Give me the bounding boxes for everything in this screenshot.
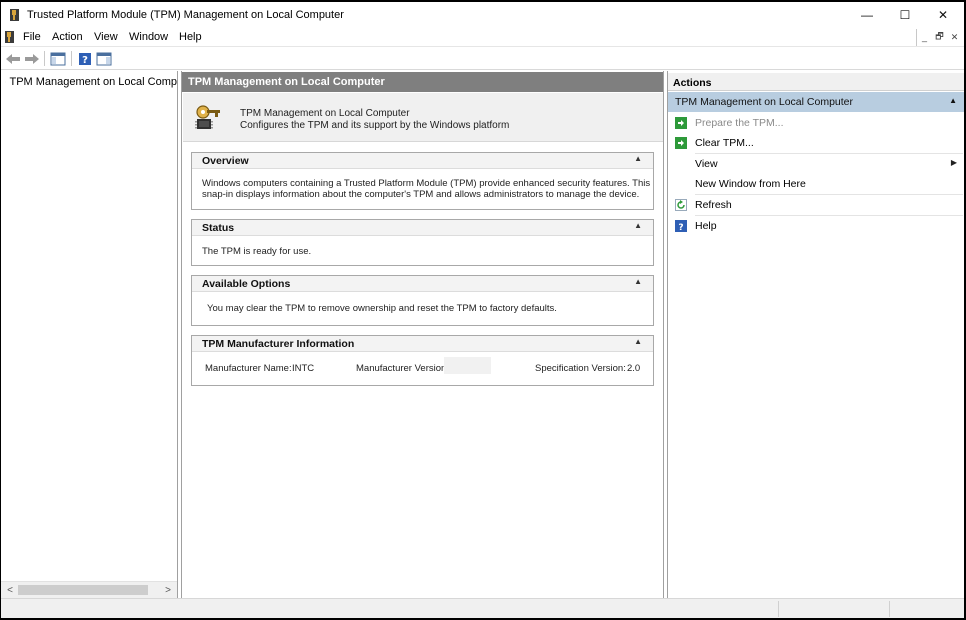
window-title: Trusted Platform Module (TPM) Management… — [27, 9, 344, 21]
action-label: Clear TPM... — [695, 137, 754, 149]
back-button[interactable] — [4, 50, 22, 67]
action-label: Refresh — [695, 199, 732, 211]
available-options-title: Available Options — [202, 278, 291, 290]
manufacturer-body: Manufacturer Name: INTC Manufacturer Ver… — [192, 352, 653, 385]
svg-text:?: ? — [82, 55, 88, 66]
title-bar: Trusted Platform Module (TPM) Management… — [1, 2, 964, 28]
available-options-text: You may clear the TPM to remove ownershi… — [207, 303, 557, 314]
actions-group-label: TPM Management on Local Computer — [675, 96, 854, 108]
toolbar-separator — [44, 51, 45, 66]
action-label: Help — [695, 220, 717, 232]
tpm-app-icon — [10, 9, 19, 21]
actions-pane: Actions TPM Management on Local Computer… — [667, 71, 964, 598]
action-label: New Window from Here — [695, 178, 806, 190]
spec-version-label: Specification Version: — [535, 363, 626, 374]
status-bar-segment — [778, 601, 779, 617]
action-help[interactable]: ? Help — [668, 216, 964, 236]
available-options-section: Available Options ▲ You may clear the TP… — [191, 275, 654, 326]
help-button[interactable]: ? — [76, 50, 94, 67]
action-view[interactable]: View ▶ — [668, 154, 964, 174]
available-options-header[interactable]: Available Options ▲ — [192, 276, 653, 292]
tree-horizontal-scrollbar[interactable]: < > — [1, 581, 177, 598]
overview-text-line2: snap-in displays information about the c… — [202, 189, 640, 200]
console-tree: TPM Management on Local Comp < > — [1, 71, 178, 598]
overview-section: Overview ▲ Windows computers containing … — [191, 152, 654, 210]
results-pane: TPM Management on Local Computer TPM Man… — [181, 71, 664, 598]
toolbar-separator — [71, 51, 72, 66]
banner-subtitle: Configures the TPM and its support by th… — [240, 120, 510, 131]
menu-bar: File Action View Window Help _ 🗗 ✕ — [1, 28, 964, 46]
manufacturer-name-value: INTC — [292, 363, 315, 374]
maximize-button[interactable]: ☐ — [886, 2, 924, 28]
manufacturer-title: TPM Manufacturer Information — [202, 338, 355, 350]
show-hide-action-pane-icon — [96, 52, 112, 65]
manufacturer-section: TPM Manufacturer Information ▲ Manufactu… — [191, 335, 654, 386]
overview-title: Overview — [202, 155, 249, 167]
action-prepare-tpm[interactable]: Prepare the TPM... — [668, 113, 964, 133]
spec-version-value: 2.0 — [627, 363, 641, 374]
help-icon: ? — [675, 220, 687, 232]
green-arrow-icon — [675, 137, 687, 149]
status-title: Status — [202, 222, 235, 234]
manufacturer-header[interactable]: TPM Manufacturer Information ▲ — [192, 336, 653, 352]
overview-body: Windows computers containing a Trusted P… — [192, 169, 653, 200]
tree-item-tpm-management[interactable]: TPM Management on Local Comp — [5, 73, 177, 91]
mdi-restore-button[interactable]: 🗗 — [932, 29, 947, 45]
collapse-icon[interactable]: ▲ — [634, 277, 642, 286]
green-arrow-icon — [675, 117, 687, 129]
collapse-icon[interactable]: ▲ — [634, 154, 642, 163]
toolbar: ? — [1, 46, 964, 70]
tree-item-label: TPM Management on Local Comp — [9, 76, 177, 88]
status-bar-segment — [889, 601, 890, 617]
submenu-arrow-icon: ▶ — [950, 158, 957, 167]
actions-header: Actions — [668, 73, 964, 91]
tpm-key-chip-icon — [195, 105, 220, 129]
tpm-menu-icon[interactable] — [5, 30, 15, 44]
mdi-close-button[interactable]: ✕ — [947, 29, 962, 45]
results-pane-header: TPM Management on Local Computer — [182, 72, 663, 92]
close-button[interactable]: ✕ — [924, 2, 962, 28]
menu-view[interactable]: View — [94, 31, 118, 43]
menu-window[interactable]: Window — [129, 31, 168, 43]
minimize-button[interactable]: — — [848, 2, 886, 28]
forward-button[interactable] — [23, 50, 41, 67]
forward-icon — [25, 53, 39, 64]
manufacturer-version-label: Manufacturer Version: — [356, 363, 449, 374]
overview-header[interactable]: Overview ▲ — [192, 153, 653, 169]
status-text: The TPM is ready for use. — [202, 246, 312, 257]
action-clear-tpm[interactable]: Clear TPM... — [668, 133, 964, 153]
overview-text-line1: Windows computers containing a Trusted P… — [202, 178, 651, 189]
collapse-icon[interactable]: ▲ — [634, 221, 642, 230]
manufacturer-name-label: Manufacturer Name: — [205, 363, 292, 374]
scrollbar-thumb[interactable] — [18, 585, 148, 595]
help-icon: ? — [79, 52, 91, 66]
collapse-icon[interactable]: ▲ — [634, 337, 642, 346]
refresh-icon — [675, 199, 687, 211]
action-new-window[interactable]: New Window from Here — [668, 174, 964, 194]
action-label: Prepare the TPM... — [695, 117, 784, 129]
action-refresh[interactable]: Refresh — [668, 195, 964, 215]
scroll-right-icon[interactable]: > — [162, 584, 174, 596]
status-section: Status ▲ The TPM is ready for use. — [191, 219, 654, 266]
status-header[interactable]: Status ▲ — [192, 220, 653, 236]
menu-help[interactable]: Help — [179, 31, 202, 43]
menu-action[interactable]: Action — [52, 31, 83, 43]
snapin-banner: TPM Management on Local Computer Configu… — [183, 93, 663, 142]
mdi-minimize-button[interactable]: _ — [917, 29, 932, 45]
collapse-icon[interactable]: ▲ — [949, 96, 957, 105]
mdi-controls: _ 🗗 ✕ — [916, 29, 962, 46]
back-icon — [6, 53, 20, 64]
action-label: View — [695, 158, 718, 170]
status-bar — [1, 598, 964, 618]
actions-group-tpm-management[interactable]: TPM Management on Local Computer ▲ — [668, 92, 964, 112]
manufacturer-version-value — [444, 357, 491, 374]
svg-text:?: ? — [678, 223, 683, 232]
menu-file[interactable]: File — [23, 31, 41, 43]
banner-title: TPM Management on Local Computer — [240, 108, 410, 119]
scroll-left-icon[interactable]: < — [4, 584, 16, 596]
mmc-window: Trusted Platform Module (TPM) Management… — [1, 2, 964, 618]
show-hide-console-tree-icon — [50, 52, 66, 65]
show-hide-action-pane-button[interactable] — [95, 50, 113, 67]
show-hide-console-tree-button[interactable] — [49, 50, 67, 67]
